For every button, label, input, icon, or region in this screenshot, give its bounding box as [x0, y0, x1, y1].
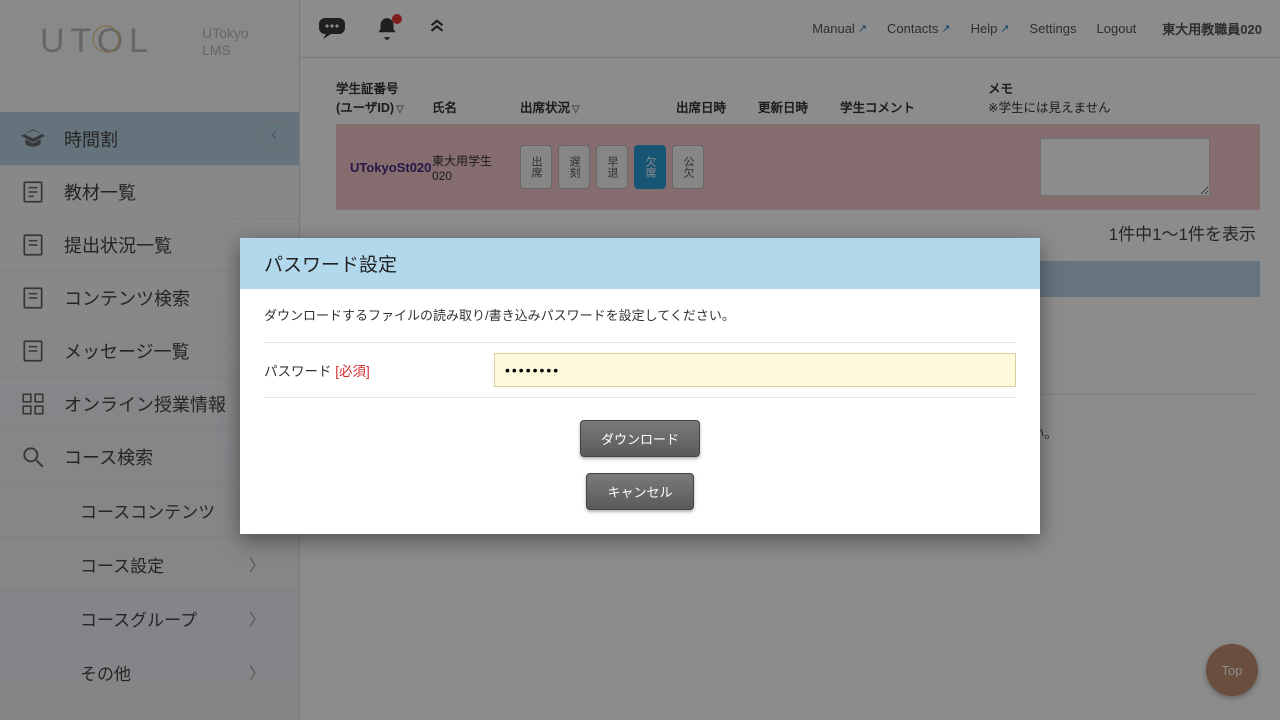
modal-title: パスワード設定 — [240, 238, 1040, 289]
modal-description: ダウンロードするファイルの読み取り/書き込みパスワードを設定してください。 — [264, 305, 1016, 324]
modal-password-label: パスワード [必須] — [264, 360, 494, 380]
download-button[interactable]: ダウンロード — [580, 420, 700, 457]
modal-overlay[interactable]: パスワード設定 ダウンロードするファイルの読み取り/書き込みパスワードを設定して… — [0, 0, 1280, 720]
password-modal: パスワード設定 ダウンロードするファイルの読み取り/書き込みパスワードを設定して… — [240, 238, 1040, 534]
password-input[interactable] — [494, 353, 1016, 387]
modal-password-field: パスワード [必須] — [264, 342, 1016, 398]
cancel-button[interactable]: キャンセル — [586, 473, 693, 510]
required-tag: [必須] — [335, 364, 370, 379]
